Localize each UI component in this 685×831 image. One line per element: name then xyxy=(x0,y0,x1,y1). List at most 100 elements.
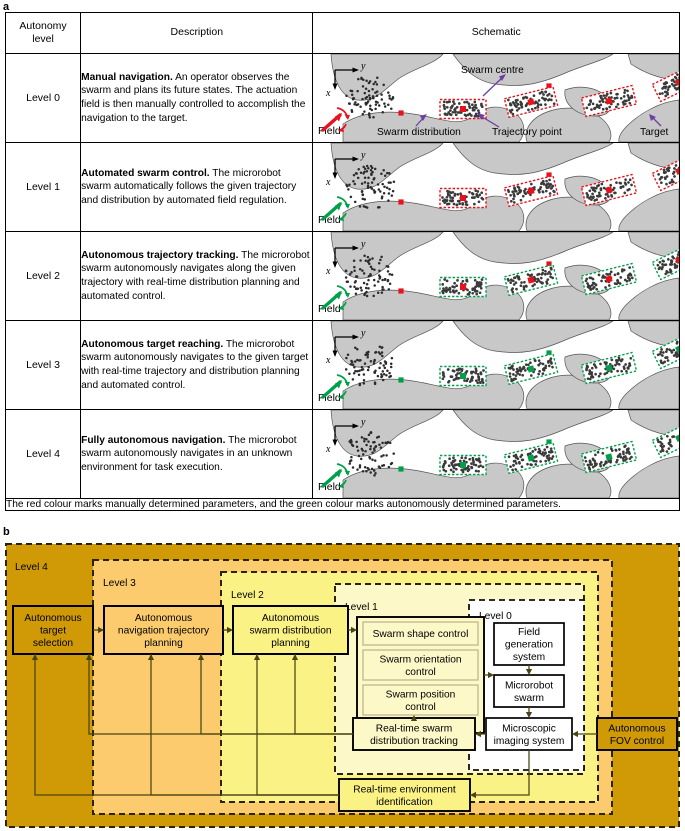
realtime-swarm-distribution-tracking-box[interactable]: Real-time swarm distribution tracking xyxy=(352,717,476,751)
box-label-line: Microrobot xyxy=(505,680,553,691)
schematic-level-1: y x Field xyxy=(313,143,680,231)
schematic-level-3: y x Field xyxy=(313,321,680,409)
swarm-position-control-box[interactable]: Swarm position control xyxy=(362,684,479,716)
schematic-cell: y x Field Swarm centre Swarm distributio… xyxy=(312,53,680,143)
box-label-line: Real-time environment xyxy=(353,784,456,795)
schematic-cell: y x Field xyxy=(312,320,680,410)
swarm-orientation-control-box[interactable]: Swarm orientation control xyxy=(362,649,479,681)
box-label-line: system xyxy=(513,652,545,663)
table-row: Level 3 Autonomous target reaching. The … xyxy=(4,320,680,410)
annotation-swarm-centre: Swarm centre xyxy=(461,65,524,76)
box-label-line: control xyxy=(405,702,436,713)
header-line-1: Autonomy xyxy=(19,19,67,32)
svg-text:y: y xyxy=(360,61,366,72)
field-label: Field xyxy=(318,303,341,315)
microrobot-swarm-box[interactable]: Microrobot swarm xyxy=(493,674,565,708)
description-cell: Automated swarm control. The microrobot … xyxy=(80,142,314,232)
box-label-line: Swarm position xyxy=(386,689,456,700)
schematic-level-4: y x Field xyxy=(313,410,680,498)
annotation-trajectory-point: Trajectory point xyxy=(492,127,562,138)
description-title: Autonomous trajectory tracking. xyxy=(81,249,239,261)
box-label-line: Autonomous xyxy=(262,613,319,624)
schematic-level-2: y x Field xyxy=(313,232,680,320)
svg-text:x: x xyxy=(325,88,331,99)
table-row: Level 2 Autonomous trajectory tracking. … xyxy=(4,231,680,321)
svg-text:x: x xyxy=(325,266,331,277)
box-label-line: Autonomous xyxy=(135,613,192,624)
box-label-line: identification xyxy=(376,797,433,808)
box-label-line: Real-time swarm xyxy=(376,723,452,734)
annotation-target: Target xyxy=(640,127,668,138)
box-label-line: Swarm orientation xyxy=(379,654,461,665)
level-1-label: Level 1 xyxy=(345,602,378,613)
autonomous-swarm-distribution-planning-box[interactable]: Autonomous swarm distributionplanning xyxy=(232,605,349,655)
description-cell: Autonomous trajectory tracking. The micr… xyxy=(80,231,314,321)
autonomous-navigation-trajectory-planning-box[interactable]: Autonomous navigation trajectoryplanning xyxy=(103,605,224,655)
level-2-label: Level 2 xyxy=(231,590,264,601)
box-label-line: Field xyxy=(518,627,540,638)
swarm-shape-control-box[interactable]: Swarm shape control xyxy=(362,621,479,646)
column-header-autonomy-level: Autonomy level xyxy=(4,12,82,54)
level-cell: Level 4 xyxy=(4,409,82,499)
header-line-2: level xyxy=(32,33,54,45)
annotation-swarm-distribution: Swarm distribution xyxy=(377,127,461,138)
level-cell: Level 2 xyxy=(4,231,82,321)
description-title: Autonomous target reaching. xyxy=(81,338,224,350)
column-header-description: Description xyxy=(80,12,314,54)
description-title: Automated swarm control. xyxy=(81,167,210,179)
column-header-schematic: Schematic xyxy=(312,12,680,54)
description-cell: Autonomous target reaching. The microrob… xyxy=(80,320,314,410)
box-label-line: navigation trajectory xyxy=(118,626,210,637)
box-label-line: Microscopic xyxy=(502,723,556,734)
box-label-line: swarm distribution xyxy=(249,626,331,637)
box-label-line: planning xyxy=(271,638,310,649)
svg-text:y: y xyxy=(360,328,366,339)
description-title: Fully autonomous navigation. xyxy=(81,434,226,446)
description-cell: Fully autonomous navigation. The microro… xyxy=(80,409,314,499)
svg-text:y: y xyxy=(360,150,366,161)
box-label-line: Autonomous xyxy=(24,613,81,624)
svg-text:x: x xyxy=(325,444,331,455)
box-label-line: control xyxy=(405,667,436,678)
box-label-line: swarm xyxy=(514,693,544,704)
field-label: Field xyxy=(318,214,341,226)
svg-text:y: y xyxy=(360,239,366,250)
description-title: Manual navigation. xyxy=(81,71,173,83)
microscopic-imaging-system-box[interactable]: Microscopic imaging system xyxy=(485,717,573,751)
box-label-line: Swarm shape control xyxy=(373,629,469,640)
table-row: Level 0 Manual navigation. An operator o… xyxy=(4,53,680,143)
table-header-row: Autonomy level Description Schematic xyxy=(4,12,680,54)
panel-b-letter: b xyxy=(3,526,10,538)
table-footnote: The red colour marks manually determined… xyxy=(5,498,680,511)
autonomy-level-table: Autonomy level Description Schematic Lev… xyxy=(4,12,680,511)
box-label-line: selection xyxy=(33,638,73,649)
level-cell: Level 0 xyxy=(4,53,82,143)
autonomous-fov-control-box[interactable]: Autonomous FOV control xyxy=(596,717,678,751)
box-label-line: planning xyxy=(144,638,183,649)
svg-text:x: x xyxy=(325,355,331,366)
autonomous-target-selection-box[interactable]: Autonomous targetselection xyxy=(12,605,94,655)
box-label-line: target xyxy=(40,626,66,637)
svg-text:x: x xyxy=(325,177,331,188)
schematic-cell: y x Field xyxy=(312,142,680,232)
realtime-environment-identification-box[interactable]: Real-time environment identification xyxy=(338,778,471,812)
table-footnote-row: The red colour marks manually determined… xyxy=(5,498,680,511)
svg-text:y: y xyxy=(360,417,366,428)
level-cell: Level 1 xyxy=(4,142,82,232)
box-label-line: imaging system xyxy=(494,736,565,747)
table-row: Level 4 Fully autonomous navigation. The… xyxy=(4,409,680,499)
field-generation-system-box[interactable]: Field generationsystem xyxy=(493,622,565,666)
level-3-label: Level 3 xyxy=(103,578,136,589)
box-label-line: FOV control xyxy=(610,736,664,747)
schematic-cell: y x Field xyxy=(312,231,680,321)
autonomy-level-table-panel: Autonomy level Description Schematic Lev… xyxy=(4,12,680,514)
table-row: Level 1 Automated swarm control. The mic… xyxy=(4,142,680,232)
field-label: Field xyxy=(318,125,341,137)
description-cell: Manual navigation. An operator observes … xyxy=(80,53,314,143)
box-label-line: distribution tracking xyxy=(370,736,458,747)
box-label-line: Autonomous xyxy=(608,723,665,734)
level-4-label: Level 4 xyxy=(15,562,48,573)
box-label-line: generation xyxy=(505,640,553,651)
level-cell: Level 3 xyxy=(4,320,82,410)
schematic-level-0: y x Field Swarm centre Swarm distributio… xyxy=(313,54,680,142)
